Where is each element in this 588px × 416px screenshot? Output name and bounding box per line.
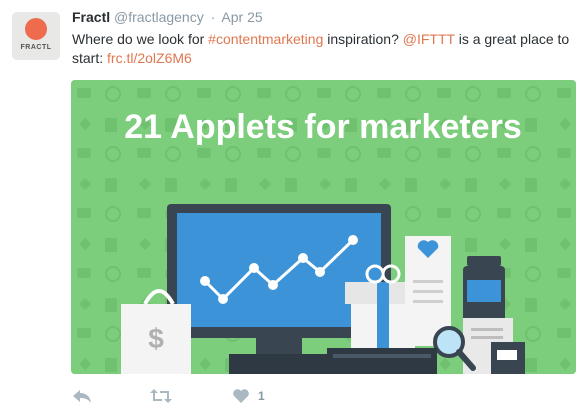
author-handle[interactable]: @fractlagency bbox=[114, 9, 204, 25]
tweet-text-part2: inspiration? bbox=[323, 31, 403, 47]
hashtag-link[interactable]: #contentmarketing bbox=[208, 31, 323, 47]
tweet-header: Fractl @fractlagency · Apr 25 bbox=[72, 9, 263, 25]
bag-symbol: $ bbox=[148, 323, 164, 354]
header-separator: · bbox=[210, 9, 216, 25]
books-icon bbox=[327, 348, 437, 374]
heart-icon bbox=[233, 389, 249, 403]
tweet-text-part1: Where do we look for bbox=[72, 31, 209, 47]
reply-icon bbox=[73, 390, 91, 403]
like-button[interactable]: 1 bbox=[232, 384, 265, 408]
reply-button[interactable] bbox=[72, 384, 92, 408]
tweet-media-image[interactable]: 21 Applets for marketers $ bbox=[71, 80, 576, 374]
retweet-icon bbox=[150, 389, 172, 403]
tweet-date[interactable]: Apr 25 bbox=[221, 9, 262, 25]
avatar-label: FRACTL bbox=[20, 44, 52, 51]
author-name[interactable]: Fractl bbox=[72, 9, 110, 25]
tweet-text: Where do we look for #contentmarketing i… bbox=[72, 30, 572, 68]
avatar[interactable]: FRACTL bbox=[12, 12, 60, 60]
retweet-button[interactable] bbox=[150, 384, 172, 408]
like-count: 1 bbox=[258, 389, 265, 403]
fractl-logo-icon bbox=[25, 18, 47, 40]
jar-icon bbox=[463, 256, 505, 326]
tweet-card[interactable]: FRACTL Fractl @fractlagency · Apr 25 Whe… bbox=[0, 0, 588, 416]
url-link[interactable]: frc.tl/2olZ6M6 bbox=[107, 50, 192, 66]
media-headline: 21 Applets for marketers bbox=[124, 108, 521, 146]
mention-link[interactable]: @IFTTT bbox=[403, 31, 455, 47]
